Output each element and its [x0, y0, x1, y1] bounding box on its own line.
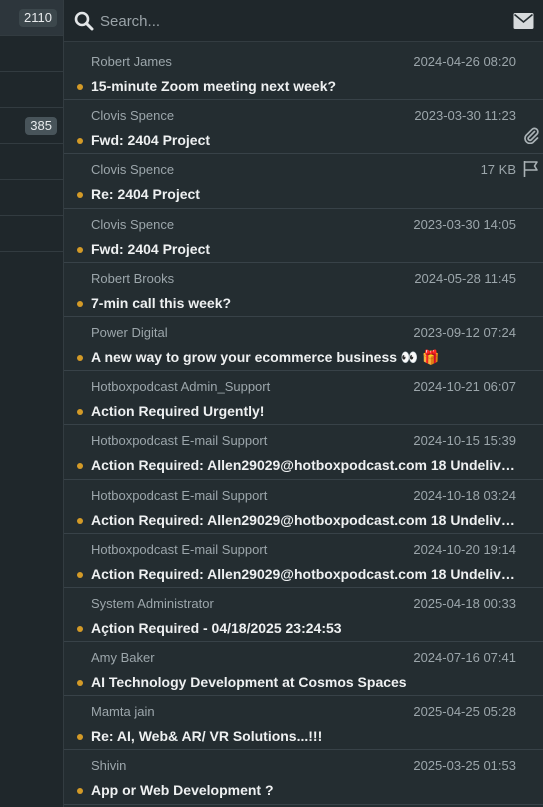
message-sender: Clovis Spence — [91, 108, 175, 124]
message-date: 2025-03-25 01:53 — [413, 758, 516, 774]
unread-dot — [77, 409, 83, 416]
unread-dot — [77, 300, 83, 307]
folder-item-7[interactable] — [0, 216, 63, 252]
message-row[interactable]: Mamta jain 2025-04-25 05:28 Re: AI, Web&… — [64, 696, 543, 751]
folder-unread-count: 385 — [25, 117, 57, 135]
unread-dot — [77, 517, 83, 524]
unread-dot — [77, 246, 83, 253]
unread-dot — [77, 463, 83, 470]
search-icon[interactable] — [74, 11, 94, 31]
message-date: 2024-10-15 15:39 — [413, 433, 516, 449]
message-row[interactable]: System Administrator 2025-04-18 00:33 Aç… — [64, 588, 543, 643]
envelope-icon[interactable] — [513, 12, 534, 30]
message-date: 2024-10-20 19:14 — [413, 541, 516, 557]
message-date: 2023-09-12 07:24 — [413, 324, 516, 340]
message-subject: Açtion Required - 04/18/2025 23:24:53 — [91, 619, 342, 636]
unread-dot — [77, 625, 83, 632]
message-date: 2024-10-18 03:24 — [413, 487, 516, 503]
message-subject: Re: 2404 Project — [91, 186, 200, 203]
message-row[interactable]: Hotboxpodcast E-mail Support 2024-10-20 … — [64, 534, 543, 588]
folder-item-2[interactable] — [0, 36, 63, 72]
message-sender: Robert James — [91, 54, 172, 69]
unread-dot — [77, 138, 83, 145]
message-sender: Amy Baker — [91, 650, 155, 666]
message-row[interactable]: Clovis Spence 2023-03-30 14:05 Fwd: 2404… — [64, 209, 543, 263]
message-date: 2024-05-28 11:45 — [414, 270, 516, 286]
message-sender: Shivin — [91, 758, 127, 774]
message-row[interactable]: Hotboxpodcast E-mail Support 2024-10-18 … — [64, 480, 543, 534]
folder-unread-count: 2110 — [19, 9, 57, 27]
message-sender: Hotboxpodcast E-mail Support — [91, 541, 268, 557]
unread-dot — [77, 788, 83, 795]
unread-dot — [77, 354, 83, 361]
message-sender: System Administrator — [91, 595, 214, 611]
message-row[interactable]: Amy Baker 2024-07-16 07:41 AI Technology… — [64, 642, 543, 697]
message-subject: Action Required: Allen29029@hotboxpodcas… — [91, 511, 517, 528]
message-subject: A new way to grow your ecommerce busines… — [91, 348, 440, 365]
message-subject: Re: AI, Web& AR/ VR Solutions...!!! — [91, 728, 323, 745]
unread-dot — [77, 680, 83, 687]
message-date: 2024-07-16 07:41 — [413, 650, 516, 666]
folder-item-6[interactable] — [0, 180, 63, 216]
message-row[interactable]: Robert James 2024-04-26 08:20 15-minute … — [64, 46, 543, 101]
message-subject: AI Technology Development at Cosmos Spac… — [91, 674, 407, 691]
message-date: 2023-03-30 11:23 — [414, 108, 516, 124]
message-subject: App or Web Development ? — [91, 782, 274, 799]
message-date: 2023-03-30 14:05 — [413, 216, 516, 232]
unread-dot — [77, 734, 83, 741]
folder-item-4[interactable]: 385 — [0, 108, 63, 144]
message-sender: Clovis Spence — [91, 162, 175, 178]
search-bar — [64, 0, 543, 42]
message-row[interactable]: Robert Brooks 2024-05-28 11:45 7-min cal… — [64, 263, 543, 317]
message-subject: Fwd: 2404 Project — [91, 240, 211, 257]
message-sender: Hotboxpodcast E-mail Support — [91, 487, 268, 503]
message-subject: Action Required: Allen29029@hotboxpodcas… — [91, 457, 517, 474]
message-row[interactable]: Shivin 2025-03-25 01:53 App or Web Devel… — [64, 750, 543, 805]
message-row[interactable]: Clovis Spence 17 KB Re: 2404 Project — [64, 154, 543, 209]
message-sender: Mamta jain — [91, 704, 155, 720]
message-row[interactable]: Hotboxpodcast E-mail Support 2024-10-15 … — [64, 425, 543, 480]
folder-item-3[interactable] — [0, 72, 63, 108]
message-sender: Power Digital — [91, 324, 168, 340]
message-sender: Clovis Spence — [91, 216, 175, 232]
message-subject: Action Required: Allen29029@hotboxpodcas… — [91, 565, 517, 582]
message-sender: Hotboxpodcast E-mail Support — [91, 433, 268, 449]
message-sender: Robert Brooks — [91, 270, 175, 286]
message-subject: Action Required Urgently! — [91, 403, 265, 420]
folder-column: 2110 385 — [0, 0, 64, 807]
folder-item-1[interactable]: 2110 — [0, 0, 63, 36]
message-subject: 7-min call this week? — [91, 294, 232, 311]
message-date: 2025-04-25 05:28 — [413, 704, 516, 720]
message-subject: Fwd: 2404 Project — [91, 132, 211, 149]
unread-dot — [77, 192, 83, 199]
paperclip-icon[interactable] — [522, 126, 540, 145]
message-list: Robert James 2024-04-26 08:20 15-minute … — [64, 46, 543, 805]
message-date: 2024-10-21 06:07 — [413, 379, 516, 395]
unread-dot — [77, 571, 83, 578]
message-sender: Hotboxpodcast Admin_Support — [91, 379, 271, 395]
unread-dot — [77, 84, 83, 90]
folder-item-5[interactable] — [0, 144, 63, 180]
message-row[interactable]: Power Digital 2023-09-12 07:24 A new way… — [64, 317, 543, 372]
message-row[interactable]: Clovis Spence 2023-03-30 11:23 Fwd: 2404… — [64, 100, 543, 155]
search-input[interactable] — [100, 9, 480, 33]
message-size: 17 KB — [480, 162, 516, 178]
message-list-pane: Robert James 2024-04-26 08:20 15-minute … — [64, 0, 543, 807]
message-date: 2024-04-26 08:20 — [413, 54, 516, 69]
flag-icon[interactable] — [522, 160, 540, 178]
message-subject: 15-minute Zoom meeting next week? — [91, 78, 337, 94]
message-row[interactable]: Hotboxpodcast Admin_Support 2024-10-21 0… — [64, 371, 543, 426]
message-date: 2025-04-18 00:33 — [413, 595, 516, 611]
